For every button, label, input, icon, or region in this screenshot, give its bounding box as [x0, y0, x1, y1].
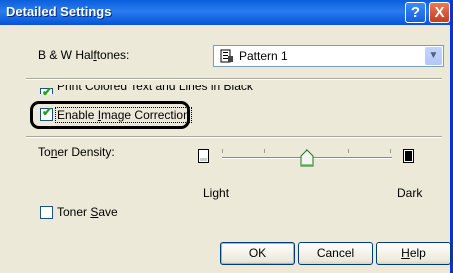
ts-label-pre: Toner [57, 205, 91, 219]
halftones-selected-value: Pattern 1 [239, 49, 288, 63]
slider-tick [390, 149, 391, 153]
halftones-label: B & W Halftones: [38, 48, 129, 62]
separator-middle [26, 136, 442, 138]
eic-label-pre: Enable [57, 108, 98, 122]
toner-density-label: Toner Density: [38, 145, 115, 159]
print-colored-black-label-clip: Print Colored Text and Lines in Black [57, 85, 287, 94]
ok-button[interactable]: OK [220, 242, 295, 265]
toner-save-checkbox[interactable] [40, 206, 53, 219]
halftones-select[interactable]: Pattern 1 ▼ [213, 45, 444, 67]
td-label-post: er Density: [57, 145, 115, 159]
halftones-label-post: tones: [96, 48, 130, 62]
document-printer-icon [220, 49, 233, 63]
help-label-accel: H [401, 246, 410, 260]
title-help-button[interactable]: ? [405, 2, 426, 23]
slider-tick [222, 149, 223, 153]
light-label: Light [203, 186, 230, 200]
checkmark-icon: ✔ [41, 85, 53, 99]
enable-image-correction-label[interactable]: Enable Image Correction [55, 107, 192, 123]
dark-page-icon [403, 149, 414, 163]
slider-tick [264, 149, 265, 153]
slider-thumb-icon[interactable] [300, 149, 314, 167]
help-button[interactable]: Help [376, 242, 451, 265]
detailed-settings-dialog: Detailed Settings ? X B & W Halftones: P… [0, 0, 453, 273]
window-title: Detailed Settings [6, 4, 112, 19]
toner-save-label[interactable]: Toner Save [57, 205, 118, 219]
td-label-pre: To [38, 145, 51, 159]
chevron-down-icon[interactable]: ▼ [425, 47, 442, 65]
slider-tick [348, 149, 349, 153]
separator-top [26, 78, 442, 80]
enable-image-correction-checkbox[interactable]: ✔ [40, 105, 53, 121]
halftones-label-pre: B & W Hal [38, 48, 94, 62]
ts-label-post: ave [98, 205, 118, 219]
close-icon: X [434, 4, 445, 21]
print-colored-black-label: Print Colored Text and Lines in Black [57, 85, 253, 93]
help-label-post: elp [409, 246, 426, 260]
checkmark-icon: ✔ [41, 105, 53, 119]
title-close-button[interactable]: X [429, 2, 450, 23]
title-bar: Detailed Settings ? X [0, 0, 450, 25]
print-colored-black-checkbox[interactable]: ✔ [40, 86, 53, 99]
dark-label: Dark [397, 186, 423, 200]
cancel-button[interactable]: Cancel [298, 242, 373, 265]
light-page-icon [198, 149, 209, 163]
question-icon: ? [410, 4, 421, 21]
eic-label-post: mage Correction [101, 108, 190, 122]
